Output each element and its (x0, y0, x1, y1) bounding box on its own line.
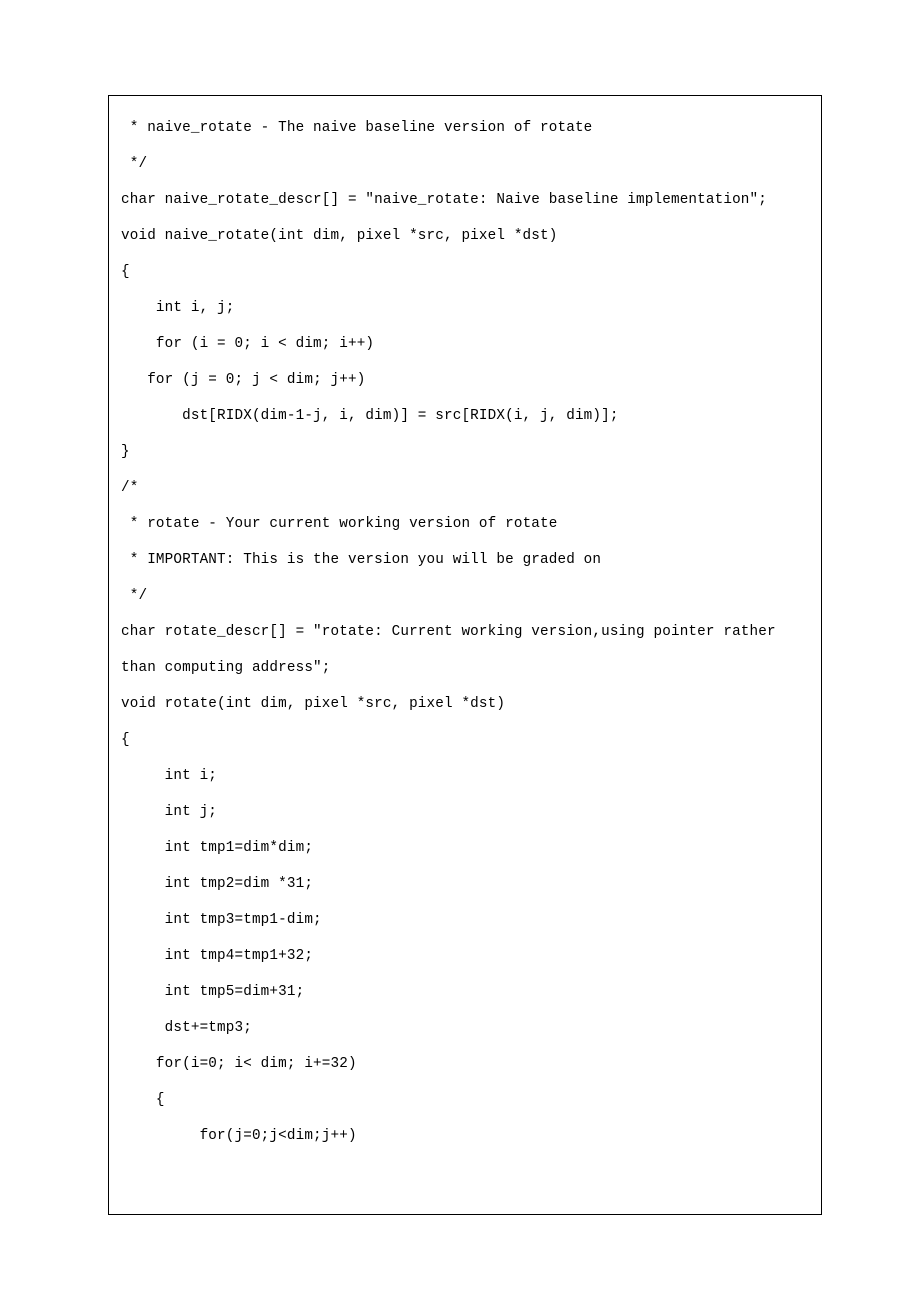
code-line: /* (121, 470, 809, 506)
code-line: { (121, 254, 809, 290)
code-container: * naive_rotate - The naive baseline vers… (108, 95, 822, 1215)
code-line: int tmp1=dim*dim; (121, 830, 809, 866)
code-line: { (121, 1082, 809, 1118)
code-line: for(i=0; i< dim; i+=32) (121, 1046, 809, 1082)
code-line: int tmp4=tmp1+32; (121, 938, 809, 974)
code-line: int tmp2=dim *31; (121, 866, 809, 902)
code-line: { (121, 722, 809, 758)
code-line: dst[RIDX(dim-1-j, i, dim)] = src[RIDX(i,… (121, 398, 809, 434)
code-line: */ (121, 146, 809, 182)
code-line: void rotate(int dim, pixel *src, pixel *… (121, 686, 809, 722)
code-line: */ (121, 578, 809, 614)
code-line: char rotate_descr[] = "rotate: Current w… (121, 614, 809, 686)
code-line: * IMPORTANT: This is the version you wil… (121, 542, 809, 578)
code-line: char naive_rotate_descr[] = "naive_rotat… (121, 182, 809, 218)
code-line: int i, j; (121, 290, 809, 326)
code-line: for (i = 0; i < dim; i++) (121, 326, 809, 362)
code-line: int tmp5=dim+31; (121, 974, 809, 1010)
code-line: * naive_rotate - The naive baseline vers… (121, 110, 809, 146)
code-line: for(j=0;j<dim;j++) (121, 1118, 809, 1154)
code-line: int tmp3=tmp1-dim; (121, 902, 809, 938)
code-line: int j; (121, 794, 809, 830)
code-line: void naive_rotate(int dim, pixel *src, p… (121, 218, 809, 254)
code-line: dst+=tmp3; (121, 1010, 809, 1046)
code-line: int i; (121, 758, 809, 794)
code-line: * rotate - Your current working version … (121, 506, 809, 542)
code-line: } (121, 434, 809, 470)
code-line: for (j = 0; j < dim; j++) (121, 362, 809, 398)
